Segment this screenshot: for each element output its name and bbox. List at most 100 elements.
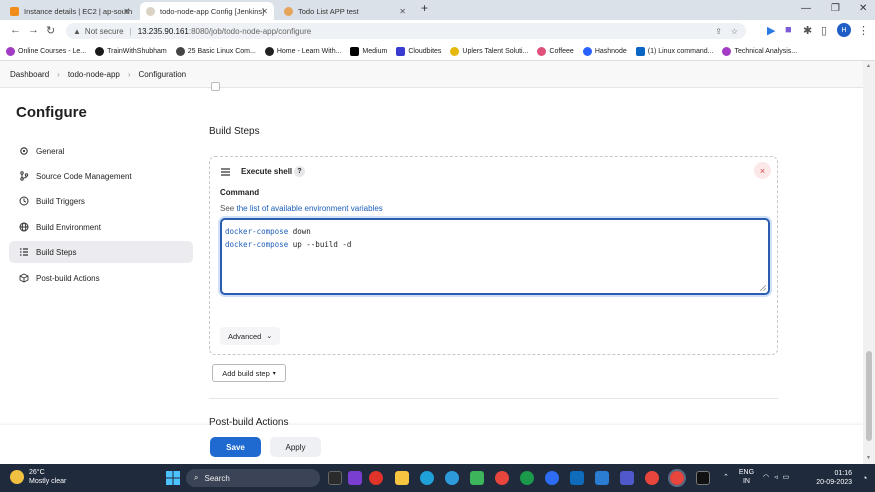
- env-prefix: See: [220, 204, 237, 213]
- language-indicator[interactable]: ENG IN: [739, 468, 754, 486]
- reload-icon[interactable]: ↻: [46, 24, 55, 37]
- volume-icon[interactable]: ◃: [774, 473, 778, 482]
- bookmark-item[interactable]: (1) Linux command...: [635, 46, 713, 56]
- browser-tab[interactable]: Todo List APP test ✕: [278, 2, 412, 20]
- taskbar-search[interactable]: ⌕ Search: [186, 469, 320, 487]
- drag-handle-icon[interactable]: [221, 168, 230, 176]
- terminal-icon[interactable]: [696, 471, 710, 485]
- bookmark-item[interactable]: Technical Analysis...: [722, 46, 797, 56]
- profile-avatar[interactable]: H: [837, 23, 851, 37]
- breadcrumb-job[interactable]: todo-node-app: [68, 70, 120, 79]
- bookmark-item[interactable]: Medium: [350, 46, 387, 56]
- chrome-active-icon[interactable]: [668, 469, 686, 487]
- sidebar-item-build-environment[interactable]: Build Environment: [9, 216, 193, 238]
- bookmark-item[interactable]: 25 Basic Linux Com...: [175, 46, 256, 56]
- scroll-down-icon[interactable]: ▼: [866, 455, 871, 461]
- word-icon[interactable]: [595, 471, 609, 485]
- apply-button[interactable]: Apply: [270, 437, 321, 457]
- bookmark-favicon-icon: [582, 46, 592, 56]
- advanced-button[interactable]: Advanced ⌄: [220, 327, 281, 345]
- browser-tab-active[interactable]: todo-node-app Config [Jenkins] ✕: [140, 2, 274, 20]
- sidepanel-icon[interactable]: ▯: [821, 24, 827, 37]
- taskbar-clock[interactable]: 01:16 20-09-2023: [812, 469, 852, 487]
- bookmark-item[interactable]: Cloudbites: [396, 46, 441, 56]
- minimize-icon[interactable]: —: [801, 3, 811, 14]
- bookmark-item[interactable]: Online Courses - Le...: [6, 46, 86, 56]
- bookmark-item[interactable]: Uplers Talent Soluti...: [450, 46, 528, 56]
- bookmark-star-icon[interactable]: ☆: [731, 27, 738, 36]
- bookmark-item[interactable]: Home - Learn With...: [264, 46, 342, 56]
- bookmark-item[interactable]: Hashnode: [582, 46, 627, 56]
- weather-widget[interactable]: 26°C Mostly clear: [10, 468, 66, 486]
- extensions-puzzle-icon[interactable]: ✱: [803, 24, 812, 37]
- zoom-icon[interactable]: [545, 471, 559, 485]
- wifi-icon[interactable]: ◠: [763, 473, 769, 482]
- opera-icon[interactable]: [369, 471, 383, 485]
- command-keyword: docker-compose: [225, 240, 289, 249]
- sidebar-item-label: Post-build Actions: [36, 273, 100, 283]
- sidebar-item-post-build-actions[interactable]: Post-build Actions: [9, 267, 193, 289]
- command-textarea[interactable]: docker-compose down docker-compose up --…: [220, 218, 770, 295]
- task-view-icon[interactable]: [328, 471, 342, 485]
- url-input[interactable]: ▲ Not secure | 13.235.90.161 :8080/job/t…: [66, 23, 746, 39]
- bookmark-label: Home - Learn With...: [276, 47, 342, 55]
- sidebar-item-build-triggers[interactable]: Build Triggers: [9, 190, 193, 212]
- extension-icon[interactable]: ▶: [767, 24, 775, 37]
- forward-arrow-icon[interactable]: →: [28, 24, 39, 36]
- windows-start-icon[interactable]: [166, 471, 180, 485]
- teams-icon[interactable]: [620, 471, 634, 485]
- close-tab-icon[interactable]: ✕: [399, 7, 406, 16]
- app-icon[interactable]: [520, 471, 534, 485]
- close-tab-icon[interactable]: ✕: [261, 7, 268, 16]
- new-tab-button[interactable]: +: [421, 1, 428, 15]
- vscode-icon[interactable]: [570, 471, 584, 485]
- scroll-up-icon[interactable]: ▲: [866, 63, 871, 69]
- bookmark-favicon-icon: [722, 46, 732, 56]
- share-icon[interactable]: ⇪: [715, 27, 722, 36]
- breadcrumb-dashboard[interactable]: Dashboard: [10, 70, 49, 79]
- weather-text: 26°C Mostly clear: [29, 468, 66, 486]
- breadcrumb: Dashboard › todo-node-app › Configuratio…: [0, 61, 863, 88]
- edge-icon[interactable]: [420, 471, 434, 485]
- page-scrollbar[interactable]: ▲ ▼: [863, 61, 875, 464]
- app-icon[interactable]: [470, 471, 484, 485]
- teams-chat-icon[interactable]: [348, 471, 362, 485]
- help-icon[interactable]: ?: [294, 166, 305, 177]
- resize-grip-icon[interactable]: [760, 285, 766, 291]
- breadcrumb-separator: ›: [127, 69, 131, 79]
- file-explorer-icon[interactable]: [395, 471, 409, 485]
- add-build-step-button[interactable]: Add build step ▾: [212, 364, 286, 382]
- system-tray: ⌃ ENG IN ◠ ◃ ▭: [723, 468, 789, 486]
- back-arrow-icon[interactable]: ←: [10, 24, 21, 36]
- extension-icon[interactable]: ■: [785, 24, 792, 36]
- aws-favicon-icon: [10, 6, 19, 16]
- sidebar-item-label: Build Triggers: [36, 196, 85, 206]
- menu-dots-icon[interactable]: ⋮: [858, 24, 869, 37]
- sidebar-item-source-code-management[interactable]: Source Code Management: [9, 165, 193, 187]
- app-icon[interactable]: [445, 471, 459, 485]
- form-action-bar: Save Apply: [0, 425, 863, 464]
- bookmark-item[interactable]: Coffeee: [537, 46, 574, 56]
- save-button[interactable]: Save: [210, 437, 261, 457]
- delete-step-button[interactable]: ×: [754, 162, 771, 179]
- bookmark-item[interactable]: TrainWithShubham: [95, 46, 167, 56]
- breadcrumb-configuration[interactable]: Configuration: [139, 70, 187, 79]
- sidebar-item-label: Build Steps: [36, 247, 77, 257]
- battery-icon[interactable]: ▭: [783, 473, 790, 482]
- browser-tab[interactable]: Instance details | EC2 | ap-south ✕: [4, 2, 136, 20]
- chrome-icon[interactable]: [645, 471, 659, 485]
- close-tab-icon[interactable]: ✕: [123, 7, 130, 16]
- scrollbar-thumb[interactable]: [866, 351, 872, 441]
- close-window-icon[interactable]: ✕: [859, 3, 867, 14]
- sidebar-item-build-steps[interactable]: Build Steps: [9, 241, 193, 263]
- sidebar-item-label: Source Code Management: [36, 171, 132, 181]
- maximize-icon[interactable]: ❐: [831, 3, 840, 14]
- env-variables-link[interactable]: the list of available environment variab…: [236, 204, 382, 213]
- chevron-up-icon[interactable]: ⌃: [723, 473, 729, 482]
- sidebar-item-general[interactable]: General: [9, 140, 193, 162]
- checkbox[interactable]: [211, 82, 220, 91]
- chrome-icon[interactable]: [495, 471, 509, 485]
- env-help-text: See the list of available environment va…: [220, 204, 383, 213]
- notification-bell-icon[interactable]: ◔: [862, 473, 867, 483]
- weather-desc: Mostly clear: [29, 478, 67, 485]
